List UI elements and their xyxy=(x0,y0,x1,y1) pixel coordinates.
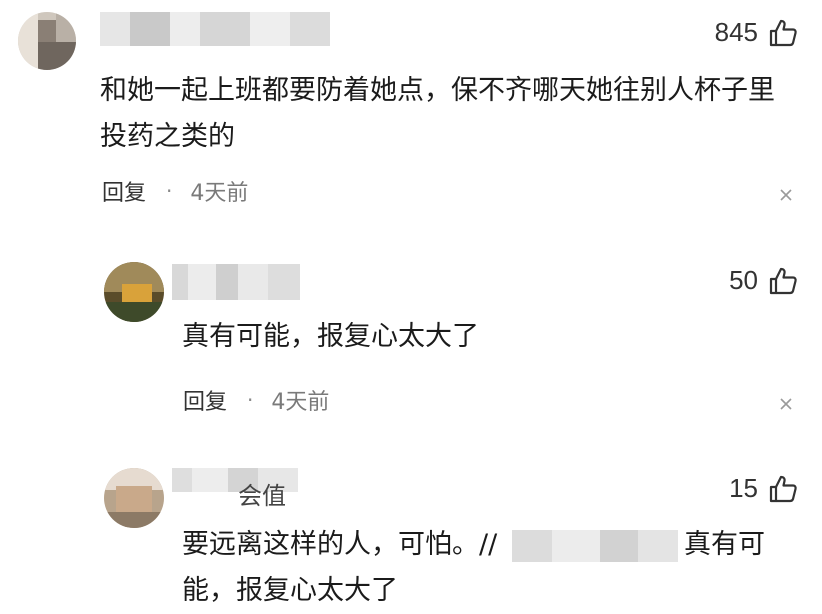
comment-text-line: 要远离这样的人，可怕。// 真有可 xyxy=(182,522,802,568)
separator-dot: · xyxy=(247,388,254,412)
avatar[interactable] xyxy=(104,262,164,322)
avatar[interactable] xyxy=(18,12,76,70)
comment-meta: 回复 · 4天前 xyxy=(102,176,248,206)
thumbs-up-icon xyxy=(769,267,797,294)
thumbs-up-icon xyxy=(769,475,797,502)
comment-text-line: 能，报复心太大了 xyxy=(182,575,398,606)
separator-dot: · xyxy=(166,179,173,203)
mention-redacted xyxy=(512,530,678,562)
reply-button[interactable]: 回复 xyxy=(102,175,146,207)
username-redacted xyxy=(172,264,300,300)
comment-text-line: 投药之类的 xyxy=(100,121,235,152)
close-icon[interactable] xyxy=(778,396,794,412)
timestamp: 4天前 xyxy=(190,181,249,206)
thumbs-up-icon xyxy=(769,19,797,46)
reply-button[interactable]: 回复 xyxy=(183,384,227,416)
close-icon[interactable] xyxy=(778,187,794,203)
like-button[interactable]: 15 xyxy=(729,473,798,504)
comment-3: 会值 15 要远离这样的人，可怕。// 真有可 能，报复心太大了 xyxy=(0,440,822,606)
like-count: 15 xyxy=(729,473,758,503)
comment-1: 845 和她一起上班都要防着她点，保不齐哪天她往别人杯子里 投药之类的 回复 ·… xyxy=(0,0,822,240)
like-button[interactable]: 845 xyxy=(715,17,798,48)
comment-text-segment: 要远离这样的人，可怕。// xyxy=(182,529,498,560)
comment-text: 真有可能，报复心太大了 xyxy=(182,314,782,360)
comment-meta: 回复 · 4天前 xyxy=(183,385,329,415)
like-button[interactable]: 50 xyxy=(729,265,798,296)
comment-2: 50 真有可能，报复心太大了 回复 · 4天前 xyxy=(0,240,822,440)
comment-text-line: 真有可能，报复心太大了 xyxy=(182,321,479,352)
avatar[interactable] xyxy=(104,468,164,528)
comment-text-segment: 真有可 xyxy=(684,529,765,560)
username-redacted xyxy=(100,12,330,46)
comment-text: 和她一起上班都要防着她点，保不齐哪天她往别人杯子里 投药之类的 xyxy=(100,68,800,160)
comment-text-line: 和她一起上班都要防着她点，保不齐哪天她往别人杯子里 xyxy=(100,75,775,106)
username: 会值 xyxy=(238,482,286,510)
like-count: 50 xyxy=(729,265,758,295)
timestamp: 4天前 xyxy=(271,390,330,415)
like-count: 845 xyxy=(714,17,758,47)
comment-text: 要远离这样的人，可怕。// 真有可 能，报复心太大了 xyxy=(182,522,802,614)
